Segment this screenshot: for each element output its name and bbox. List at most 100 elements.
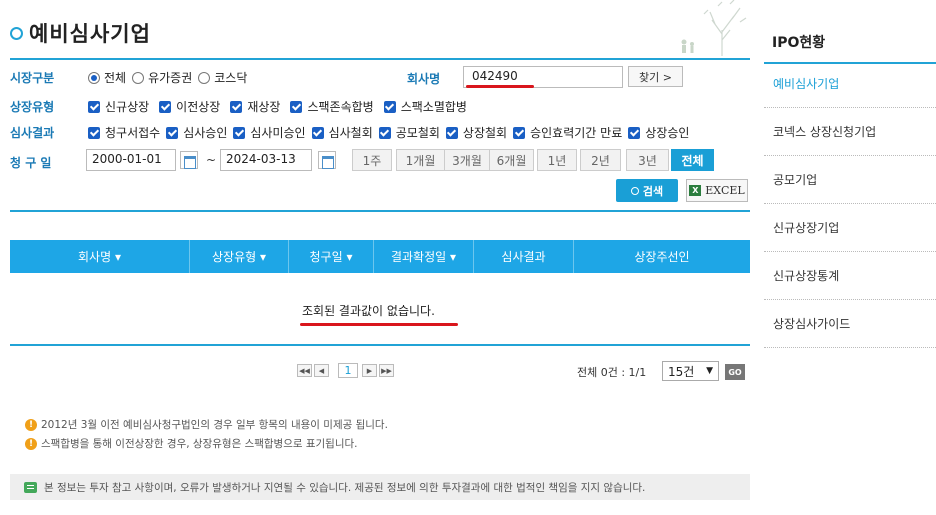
disclaimer-text: 본 정보는 투자 참고 사항이며, 오류가 발생하거나 지연될 수 있습니다. …	[44, 481, 646, 494]
review-expired[interactable]: 승인효력기간 만료	[513, 124, 622, 141]
company-value-underline	[466, 85, 534, 88]
checkbox-checked[interactable]	[88, 126, 100, 139]
period-1year[interactable]: 1년	[537, 149, 577, 171]
col-review-result: 심사결과	[474, 240, 574, 273]
market-option-all[interactable]: 전체	[88, 69, 126, 86]
listing-type-new[interactable]: 신규상장	[88, 98, 149, 115]
last-page-icon[interactable]: ▶▶	[379, 364, 394, 377]
empty-message-underline	[300, 323, 458, 326]
calendar-from-icon[interactable]	[180, 151, 198, 169]
review-approved[interactable]: 심사승인	[166, 124, 227, 141]
listing-type-row: 상장유형 신규상장 이전상장 재상장 스팩존속합병 스팩소멸합병	[10, 98, 473, 115]
next-page-icon[interactable]: ▶	[362, 364, 377, 377]
checkbox-checked[interactable]	[233, 126, 246, 139]
period-6months[interactable]: 6개월	[489, 149, 534, 171]
info-icon: !	[25, 418, 37, 431]
checkbox-checked[interactable]	[513, 126, 526, 139]
search-icon	[630, 186, 639, 195]
calendar-to-icon[interactable]	[318, 151, 336, 169]
col-filing-date[interactable]: 청구일 ▾	[289, 240, 374, 273]
checkbox-checked[interactable]	[88, 100, 100, 113]
empty-result-message: 조회된 결과값이 없습니다.	[302, 304, 435, 318]
review-listing-withdrawn[interactable]: 상장철회	[445, 124, 507, 141]
period-1month[interactable]: 1개월	[396, 149, 445, 171]
col-result-date[interactable]: 결과확정일 ▾	[374, 240, 474, 273]
period-1week[interactable]: 1주	[352, 149, 392, 171]
main-content: 예비심사기업 시장구분 전체 유가증권 코스닥 회사명 042490 찾기 > …	[0, 0, 760, 515]
col-listing-type[interactable]: 상장유형 ▾	[190, 240, 289, 273]
excel-icon: X	[689, 185, 702, 196]
checkbox-checked[interactable]	[290, 100, 303, 113]
checkbox-checked[interactable]	[383, 100, 396, 113]
chevron-down-icon: ▼	[706, 366, 713, 376]
page-title-bar: 예비심사기업	[10, 18, 151, 48]
disclaimer-box: 본 정보는 투자 참고 사항이며, 오류가 발생하거나 지연될 수 있습니다. …	[10, 474, 750, 500]
radio[interactable]	[132, 71, 145, 84]
sidebar-item-offering[interactable]: 공모기업	[764, 156, 936, 204]
sidebar: IPO현황 예비심사기업 코넥스 상장신청기업 공모기업 신규상장기업 신규상장…	[764, 0, 936, 515]
page-size-select[interactable]: 15건 ▼	[662, 361, 719, 381]
checkbox-checked[interactable]	[159, 100, 172, 113]
sidebar-item-listing-stats[interactable]: 신규상장통계	[764, 252, 936, 300]
market-row: 시장구분 전체 유가증권 코스닥	[10, 69, 253, 86]
page-number-current[interactable]: 1	[338, 363, 358, 378]
listing-type-relist[interactable]: 재상장	[230, 98, 280, 115]
date-label: 청 구 일	[10, 156, 52, 170]
excel-download-button[interactable]: X EXCEL	[686, 179, 748, 202]
radio[interactable]	[198, 71, 211, 84]
checkbox-checked[interactable]	[445, 126, 458, 139]
checkbox-checked[interactable]	[311, 126, 324, 139]
listing-type-transfer[interactable]: 이전상장	[159, 98, 220, 115]
checkbox-checked[interactable]	[378, 126, 391, 139]
title-ring-icon	[10, 26, 23, 40]
sidebar-item-review-guide[interactable]: 상장심사가이드	[764, 300, 936, 348]
results-table-header: 회사명 ▾ 상장유형 ▾ 청구일 ▾ 결과확정일 ▾ 심사결과 상장주선인	[10, 240, 750, 273]
review-offering-withdrawn[interactable]: 공모철회	[378, 124, 440, 141]
find-button[interactable]: 찾기 >	[628, 66, 683, 87]
col-company[interactable]: 회사명 ▾	[10, 240, 190, 273]
date-from-input[interactable]: 2000-01-01	[86, 149, 176, 171]
page-title: 예비심사기업	[29, 22, 151, 46]
notice-icon	[24, 481, 37, 493]
sidebar-item-konex[interactable]: 코넥스 상장신청기업	[764, 108, 936, 156]
total-count: 전체 0건 : 1/1	[577, 366, 647, 379]
period-3months[interactable]: 3개월	[444, 149, 490, 171]
info-icon: !	[25, 437, 37, 450]
period-2years[interactable]: 2년	[580, 149, 621, 171]
period-3years[interactable]: 3년	[626, 149, 669, 171]
title-divider	[10, 58, 750, 60]
review-listing-approved[interactable]: 상장승인	[628, 124, 689, 141]
first-page-icon[interactable]: ◀◀	[297, 364, 312, 377]
pager-next: ▶ ▶▶	[362, 364, 396, 377]
tree-decoration-icon	[681, 0, 747, 56]
filter-divider	[10, 210, 750, 212]
go-button[interactable]: GO	[725, 364, 745, 380]
search-button[interactable]: 검색	[616, 179, 678, 202]
market-option-kosdaq[interactable]: 코스닥	[198, 69, 247, 86]
review-filed[interactable]: 청구서접수	[88, 124, 160, 141]
sidebar-item-preliminary-review[interactable]: 예비심사기업	[764, 60, 936, 108]
review-result-label: 심사결과	[10, 126, 55, 140]
col-underwriter: 상장주선인	[634, 250, 690, 264]
review-result-row: 심사결과 청구서접수 심사승인 심사미승인 심사철회 공모철회 상장철회 승인효…	[10, 124, 689, 141]
review-withdrawn[interactable]: 심사철회	[311, 124, 373, 141]
period-all[interactable]: 전체	[671, 149, 714, 171]
listing-type-spac-extinct[interactable]: 스팩소멸합병	[383, 98, 467, 115]
radio-selected[interactable]	[88, 71, 100, 84]
checkbox-checked[interactable]	[166, 126, 179, 139]
pager-prev: ◀◀ ◀	[297, 364, 331, 377]
sidebar-item-new-listing[interactable]: 신규상장기업	[764, 204, 936, 252]
prev-page-icon[interactable]: ◀	[314, 364, 329, 377]
listing-type-label: 상장유형	[10, 100, 55, 114]
table-bottom-line	[10, 344, 750, 346]
date-separator: ~	[206, 153, 217, 167]
company-label: 회사명	[407, 72, 441, 86]
checkbox-checked[interactable]	[628, 126, 641, 139]
market-option-kospi[interactable]: 유가증권	[132, 69, 192, 86]
date-to-input[interactable]: 2024-03-13	[220, 149, 312, 171]
note-2: ! 스팩합병을 통해 이전상장한 경우, 상장유형은 스팩합병으로 표기됩니다.	[25, 436, 358, 451]
checkbox-checked[interactable]	[230, 100, 243, 113]
review-rejected[interactable]: 심사미승인	[233, 124, 306, 141]
market-label: 시장구분	[10, 71, 55, 85]
listing-type-spac-survive[interactable]: 스팩존속합병	[290, 98, 374, 115]
